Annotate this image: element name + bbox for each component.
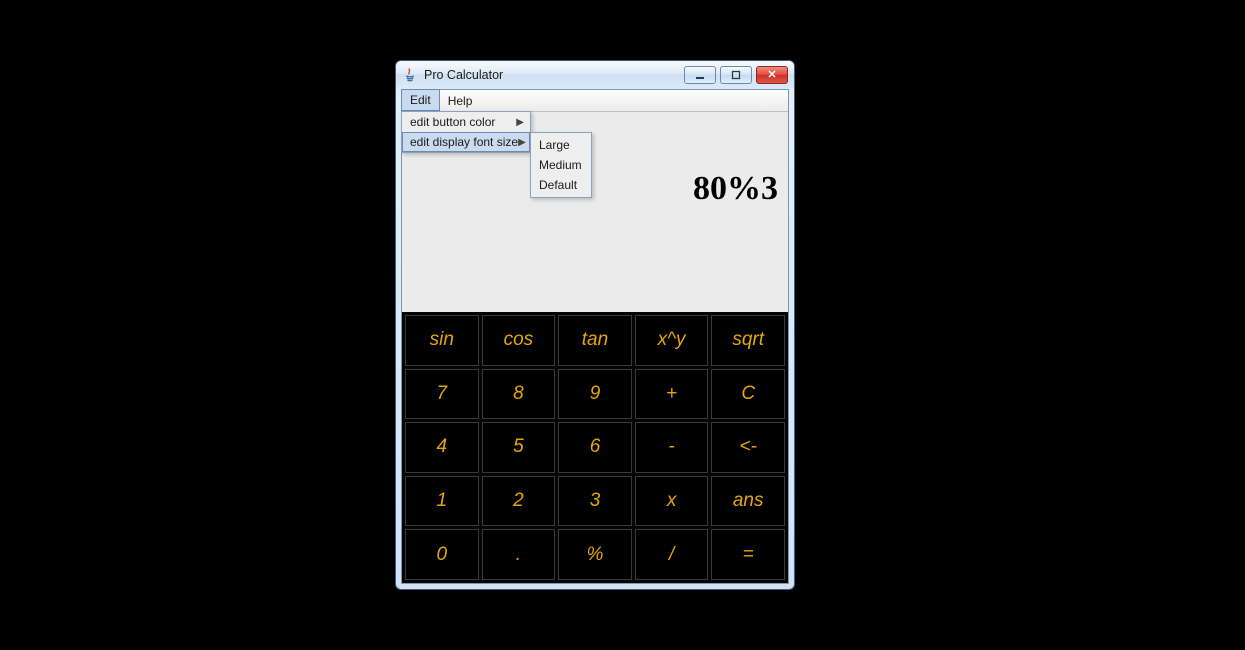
edit-dropdown: edit button color ▶ edit display font si… <box>401 111 531 153</box>
close-icon: ✕ <box>767 70 776 81</box>
menu-edit[interactable]: Edit <box>401 89 440 111</box>
key-divide[interactable]: / <box>635 529 709 580</box>
menu-edit-font-size-label: edit display font size <box>410 135 518 149</box>
menu-edit-font-size[interactable]: edit display font size ▶ <box>402 132 530 152</box>
key-sin[interactable]: sin <box>405 315 479 366</box>
chevron-right-icon: ▶ <box>518 137 526 148</box>
key-0[interactable]: 0 <box>405 529 479 580</box>
titlebar[interactable]: Pro Calculator ✕ <box>396 61 794 89</box>
key-plus[interactable]: + <box>635 369 709 420</box>
app-window: Pro Calculator ✕ Edit Help 80%3 sin cos … <box>395 60 795 590</box>
key-minus[interactable]: - <box>635 422 709 473</box>
menu-help[interactable]: Help <box>440 90 481 111</box>
key-2[interactable]: 2 <box>482 476 556 527</box>
menu-edit-button-color[interactable]: edit button color ▶ <box>402 112 530 132</box>
client-area: Edit Help 80%3 sin cos tan x^y sqrt 7 8 … <box>401 89 789 584</box>
window-title: Pro Calculator <box>424 68 503 82</box>
key-7[interactable]: 7 <box>405 369 479 420</box>
key-clear[interactable]: C <box>711 369 785 420</box>
key-8[interactable]: 8 <box>482 369 556 420</box>
window-controls: ✕ <box>684 66 788 84</box>
key-backspace[interactable]: <- <box>711 422 785 473</box>
key-ans[interactable]: ans <box>711 476 785 527</box>
key-3[interactable]: 3 <box>558 476 632 527</box>
display-value: 80%3 <box>693 170 778 208</box>
menubar: Edit Help <box>402 90 788 112</box>
key-multiply[interactable]: x <box>635 476 709 527</box>
key-dot[interactable]: . <box>482 529 556 580</box>
font-size-submenu: Large Medium Default <box>530 132 592 198</box>
key-pow[interactable]: x^y <box>635 315 709 366</box>
key-tan[interactable]: tan <box>558 315 632 366</box>
java-icon <box>402 67 418 83</box>
submenu-default[interactable]: Default <box>531 175 591 195</box>
key-sqrt[interactable]: sqrt <box>711 315 785 366</box>
close-button[interactable]: ✕ <box>756 66 788 84</box>
submenu-medium[interactable]: Medium <box>531 155 591 175</box>
key-percent[interactable]: % <box>558 529 632 580</box>
key-9[interactable]: 9 <box>558 369 632 420</box>
submenu-large[interactable]: Large <box>531 135 591 155</box>
maximize-button[interactable] <box>720 66 752 84</box>
key-cos[interactable]: cos <box>482 315 556 366</box>
key-6[interactable]: 6 <box>558 422 632 473</box>
key-5[interactable]: 5 <box>482 422 556 473</box>
chevron-right-icon: ▶ <box>516 117 524 128</box>
key-1[interactable]: 1 <box>405 476 479 527</box>
key-4[interactable]: 4 <box>405 422 479 473</box>
keypad: sin cos tan x^y sqrt 7 8 9 + C 4 5 6 - <… <box>402 312 788 583</box>
key-equals[interactable]: = <box>711 529 785 580</box>
minimize-button[interactable] <box>684 66 716 84</box>
menu-edit-button-color-label: edit button color <box>410 115 495 129</box>
